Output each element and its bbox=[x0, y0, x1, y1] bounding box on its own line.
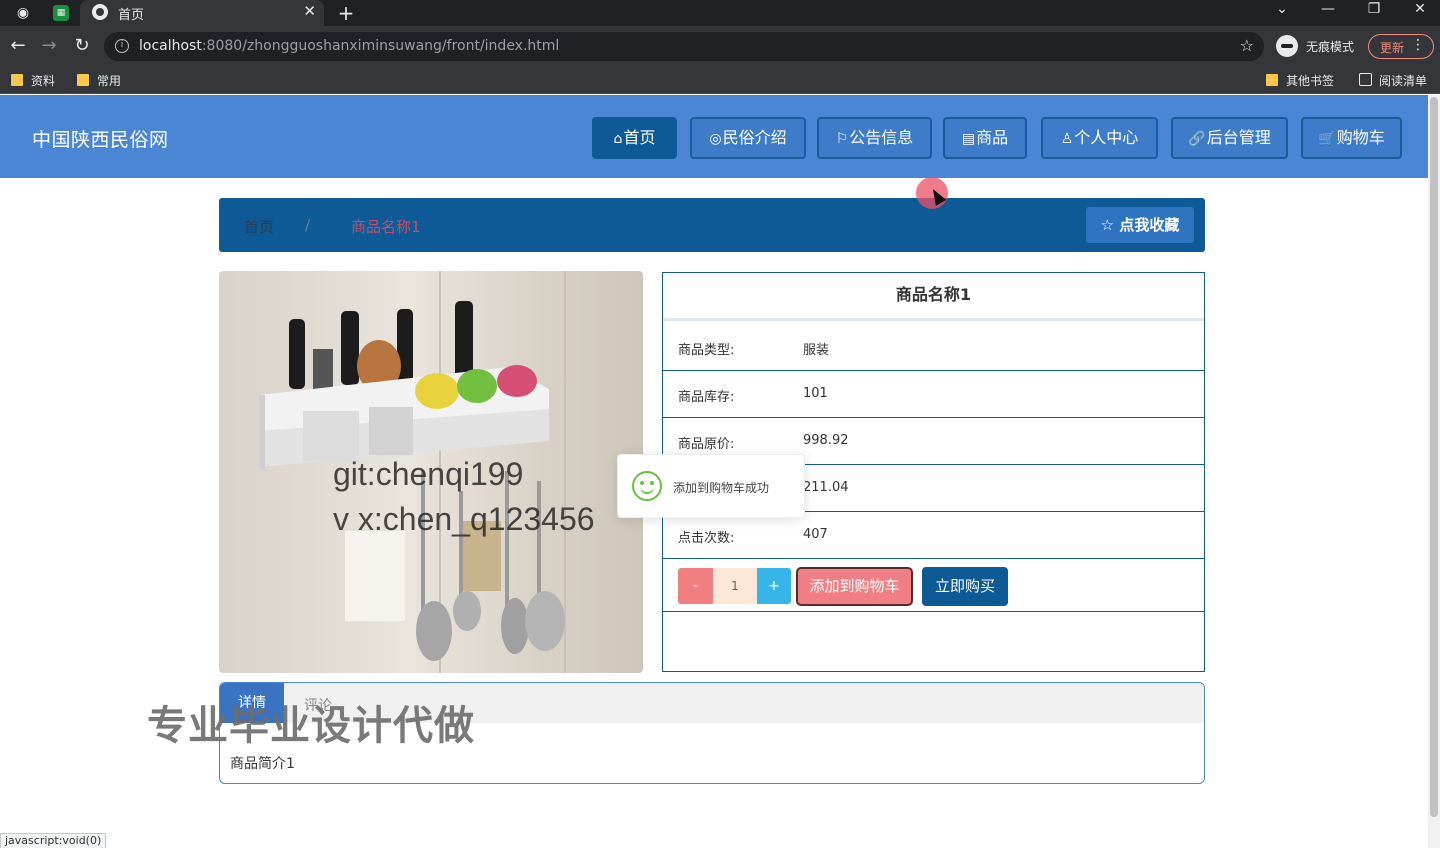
watermark-wechat: v x:chen_q123456 bbox=[333, 501, 595, 537]
link-icon: 🔗 bbox=[1188, 131, 1206, 147]
url-path: :8080/zhongguoshanximinsuwang/front/inde… bbox=[201, 38, 560, 54]
info-row-stock: 商品库存: 101 bbox=[663, 371, 1204, 418]
url-bar[interactable]: i localhost:8080/zhongguoshanximinsuwang… bbox=[104, 32, 1264, 61]
reading-list-icon bbox=[1359, 73, 1372, 86]
nav-label: 民俗介绍 bbox=[722, 128, 787, 147]
window-close-icon[interactable]: ✕ bbox=[1408, 1, 1432, 17]
list-icon: ▤ bbox=[961, 131, 976, 147]
info-key: 点击次数: bbox=[678, 531, 735, 546]
nav-products[interactable]: ▤商品 bbox=[943, 117, 1027, 159]
nav-label: 后台管理 bbox=[1206, 128, 1271, 147]
info-value: 407 bbox=[803, 527, 828, 542]
bookmark-label: 阅读清单 bbox=[1379, 74, 1428, 88]
incognito-label: 无痕模式 bbox=[1306, 40, 1355, 54]
page-scrollbar[interactable] bbox=[1428, 95, 1440, 848]
tab-search-chevron-icon[interactable]: ⌄ bbox=[1270, 1, 1294, 17]
breadcrumb-home[interactable]: 首页 bbox=[244, 216, 274, 237]
quantity-decrement-button[interactable]: - bbox=[678, 568, 713, 604]
palette-icon: ◎ bbox=[709, 131, 722, 147]
browser-tab-strip: ◉ ▦ 首页 ✕ + ⌄ — ❐ ✕ bbox=[0, 0, 1440, 26]
folder-icon bbox=[77, 74, 89, 86]
folder-icon bbox=[1266, 74, 1278, 86]
watermark-git: git:chenqi199 bbox=[333, 456, 524, 492]
status-bar-link: javascript:void(0) bbox=[0, 833, 107, 848]
info-value: 101 bbox=[803, 386, 828, 401]
breadcrumb-separator: / bbox=[305, 216, 311, 234]
nav-label: 购物车 bbox=[1336, 128, 1385, 147]
bookmarks-bar: 资料 常用 其他书签 阅读清单 bbox=[0, 66, 1440, 94]
address-toolbar: ← → ↻ i localhost:8080/zhongguoshanximin… bbox=[0, 26, 1440, 66]
folder-icon bbox=[11, 74, 23, 86]
new-tab-icon[interactable]: + bbox=[336, 3, 356, 23]
site-brand[interactable]: 中国陕西民俗网 bbox=[32, 125, 169, 152]
info-row-type: 商品类型: 服装 bbox=[663, 324, 1204, 371]
tab-title: 首页 bbox=[118, 8, 145, 23]
info-row-clicks: 点击次数: 407 bbox=[663, 512, 1204, 559]
breadcrumb: 首页 / 商品名称1 ☆ 点我收藏 bbox=[219, 198, 1205, 252]
incognito-icon bbox=[1276, 35, 1298, 57]
flag-icon: ⚐ bbox=[835, 131, 849, 147]
bookmark-label: 资料 bbox=[31, 74, 56, 88]
nav-label: 首页 bbox=[623, 128, 656, 147]
site-header: 中国陕西民俗网 ⌂首页 ◎民俗介绍 ⚐公告信息 ▤商品 ♙个人中心 🔗后台管理 … bbox=[0, 95, 1428, 178]
info-value: 998.92 bbox=[803, 433, 849, 448]
minimize-icon[interactable]: — bbox=[1316, 1, 1340, 17]
url-host: localhost bbox=[139, 38, 202, 54]
back-arrow-icon[interactable]: ← bbox=[7, 35, 29, 57]
forward-arrow-icon[interactable]: → bbox=[38, 35, 60, 57]
tab-close-icon[interactable]: ✕ bbox=[303, 2, 316, 20]
page-viewport: 中国陕西民俗网 ⌂首页 ◎民俗介绍 ⚐公告信息 ▤商品 ♙个人中心 🔗后台管理 … bbox=[0, 95, 1440, 848]
update-label: 更新 bbox=[1380, 41, 1405, 55]
product-description: 商品简介1 bbox=[230, 756, 295, 772]
add-to-cart-button[interactable]: 添加到购物车 bbox=[796, 567, 913, 606]
info-value: 211.04 bbox=[803, 480, 849, 495]
info-key: 商品库存: bbox=[678, 390, 735, 405]
nav-cart[interactable]: 🛒购物车 bbox=[1301, 117, 1402, 159]
success-toast: 添加到购物车成功 bbox=[617, 454, 805, 518]
success-smile-icon bbox=[632, 471, 662, 501]
user-icon: ♙ bbox=[1060, 131, 1074, 147]
browser-tab-home[interactable]: 首页 ✕ bbox=[80, 0, 324, 26]
nav-personal-center[interactable]: ♙个人中心 bbox=[1041, 117, 1158, 159]
quantity-increment-button[interactable]: + bbox=[757, 568, 791, 604]
nav-home[interactable]: ⌂首页 bbox=[592, 117, 677, 159]
quantity-input[interactable] bbox=[713, 568, 757, 604]
info-value: 服装 bbox=[803, 343, 830, 358]
nav-label: 公告信息 bbox=[849, 128, 914, 147]
bookmark-star-icon[interactable]: ☆ bbox=[1240, 36, 1254, 55]
product-name: 商品名称1 bbox=[663, 273, 1204, 321]
bookmark-label: 其他书签 bbox=[1286, 74, 1335, 88]
favicon-icon bbox=[92, 4, 108, 20]
purchase-actions: - + 添加到购物车 立即购买 bbox=[663, 559, 1204, 612]
bookmark-label: 常用 bbox=[97, 74, 122, 88]
toast-message: 添加到购物车成功 bbox=[673, 481, 770, 495]
favorite-button[interactable]: ☆ 点我收藏 bbox=[1086, 207, 1194, 243]
nav-folk-intro[interactable]: ◎民俗介绍 bbox=[690, 117, 806, 159]
menu-kebab-icon[interactable]: ⋮ bbox=[1411, 37, 1425, 53]
breadcrumb-current: 商品名称1 bbox=[351, 218, 421, 236]
site-info-icon[interactable]: i bbox=[115, 39, 129, 53]
update-button[interactable]: 更新 ⋮ bbox=[1368, 34, 1434, 59]
info-key: 商品类型: bbox=[678, 343, 735, 358]
watermark-banner: 专业毕业设计代做 bbox=[147, 703, 475, 749]
restore-icon[interactable]: ❐ bbox=[1362, 1, 1386, 17]
cart-icon: 🛒 bbox=[1318, 131, 1336, 147]
nav-admin[interactable]: 🔗后台管理 bbox=[1171, 117, 1288, 159]
nav-label: 商品 bbox=[976, 128, 1009, 147]
globe-icon[interactable]: ◉ bbox=[13, 3, 33, 23]
nav-notices[interactable]: ⚐公告信息 bbox=[817, 117, 932, 159]
reload-icon[interactable]: ↻ bbox=[71, 35, 93, 57]
scrollbar-thumb[interactable] bbox=[1430, 97, 1438, 817]
buy-now-button[interactable]: 立即购买 bbox=[922, 567, 1008, 606]
url-text[interactable]: localhost:8080/zhongguoshanximinsuwang/f… bbox=[139, 38, 559, 54]
info-key: 商品原价: bbox=[678, 437, 735, 452]
home-icon: ⌂ bbox=[613, 131, 623, 147]
nav-label: 个人中心 bbox=[1074, 128, 1139, 147]
sheets-app-icon[interactable]: ▦ bbox=[53, 5, 69, 21]
